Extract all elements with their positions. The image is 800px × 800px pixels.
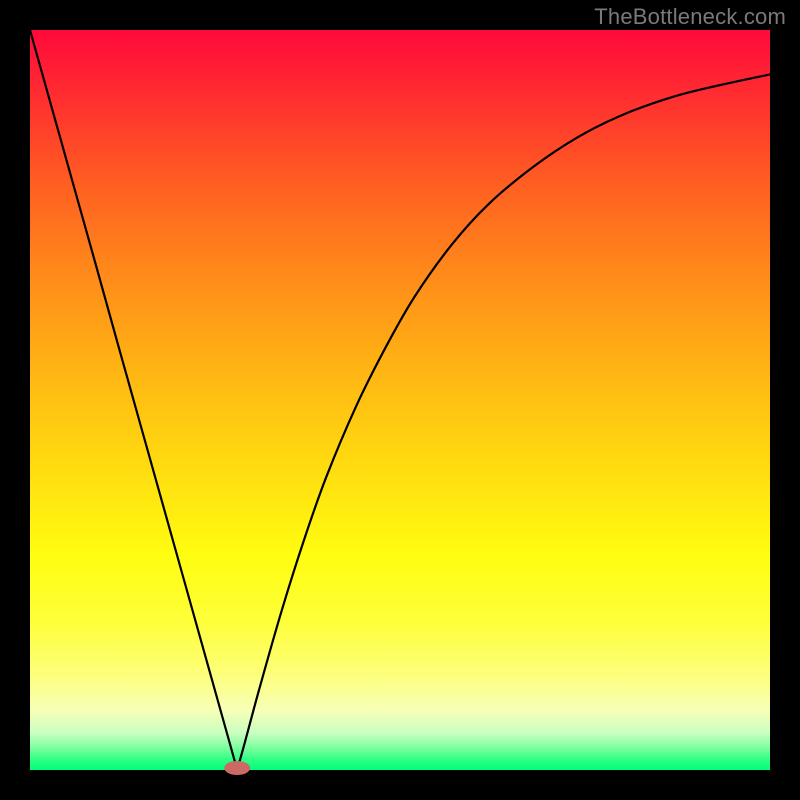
- chart-svg: [30, 30, 770, 770]
- minimum-marker: [224, 761, 250, 775]
- watermark-text: TheBottleneck.com: [594, 4, 786, 30]
- chart-plot-area: [30, 30, 770, 770]
- bottleneck-curve: [30, 30, 770, 770]
- chart-frame: TheBottleneck.com: [0, 0, 800, 800]
